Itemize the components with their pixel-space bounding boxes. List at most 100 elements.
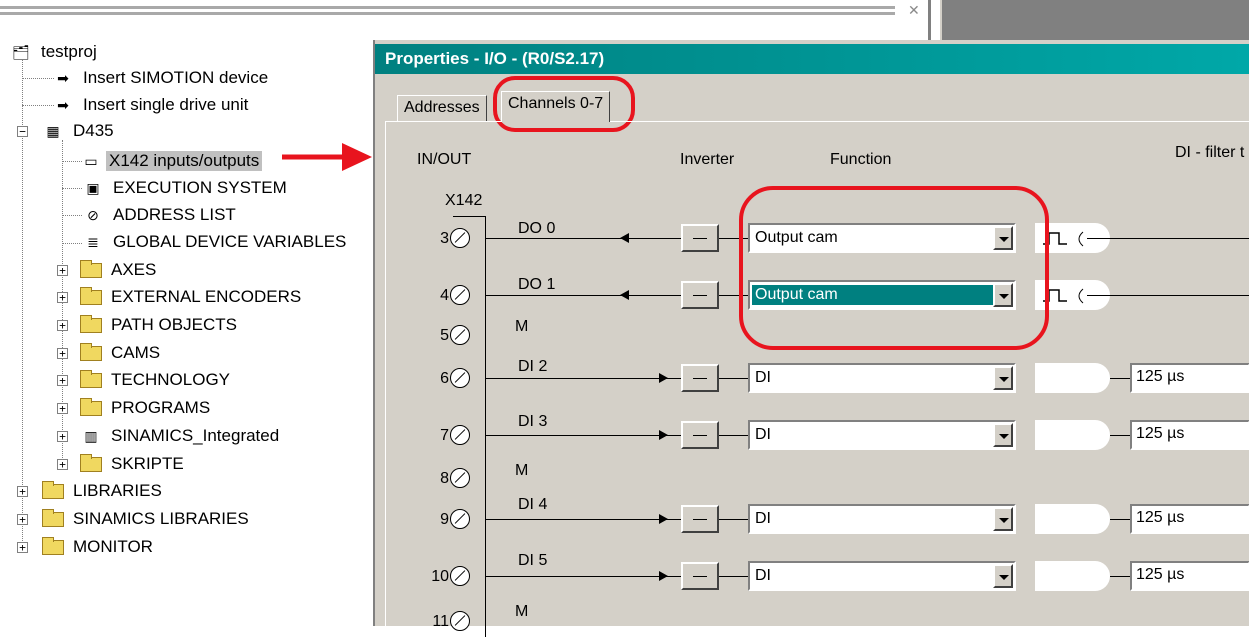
tree-item-label: PROGRAMS — [111, 398, 211, 417]
folder-icon — [42, 536, 64, 555]
pin-number: 6 — [440, 370, 449, 387]
tree-item-insert-simotion[interactable]: ➡ Insert SIMOTION device — [52, 65, 271, 91]
filter-time-field[interactable]: 125 µs — [1130, 504, 1249, 534]
column-header-inverter: Inverter — [680, 151, 735, 168]
dropdown-arrow-icon[interactable] — [993, 366, 1013, 390]
splitter-bar[interactable] — [928, 0, 931, 40]
inverter-button[interactable] — [681, 562, 719, 590]
tab-channels[interactable]: Channels 0-7 — [501, 91, 611, 122]
pulse-icon — [1043, 288, 1084, 304]
inverter-button[interactable] — [681, 364, 719, 392]
terminal — [450, 368, 470, 388]
insert-drive-icon: ➡ — [57, 97, 69, 113]
tree-item-path-objects[interactable]: PATH OBJECTS — [80, 312, 240, 338]
filter-time-field[interactable]: 125 µs — [1130, 420, 1249, 450]
tree-item-label: D435 — [73, 121, 114, 140]
dropdown-arrow-icon[interactable] — [993, 423, 1013, 447]
folder-icon — [42, 480, 64, 499]
folder-icon — [80, 397, 102, 416]
expand-icon[interactable]: + — [17, 514, 28, 525]
tree-item-technology[interactable]: TECHNOLOGY — [80, 367, 233, 393]
channel-label: DO 1 — [518, 276, 556, 293]
tree-item-execution-system[interactable]: ▣ EXECUTION SYSTEM — [82, 175, 290, 201]
close-icon[interactable]: ✕ — [908, 2, 920, 19]
tree-item-programs[interactable]: PROGRAMS — [80, 395, 213, 421]
filter-time-field[interactable]: 125 µs — [1130, 561, 1249, 591]
ground-label: M — [515, 603, 529, 620]
expand-icon[interactable]: + — [57, 320, 68, 331]
insert-device-icon: ➡ — [57, 70, 69, 86]
tree-item-skripte[interactable]: SKRIPTE — [80, 451, 187, 477]
tree-item-label: ADDRESS LIST — [113, 205, 236, 224]
function-select[interactable]: DI — [748, 561, 1016, 591]
pin-number: 4 — [440, 287, 449, 304]
pin-number: 9 — [440, 511, 449, 528]
tree-item-sinamics-libraries[interactable]: SINAMICS LIBRARIES — [42, 506, 252, 532]
terminal — [450, 611, 470, 631]
input-arrow-icon — [659, 571, 668, 581]
ground-label: M — [515, 318, 529, 335]
expand-icon[interactable]: + — [57, 375, 68, 386]
expand-icon[interactable]: + — [57, 403, 68, 414]
function-select[interactable]: DI — [748, 504, 1016, 534]
tree-item-label: SINAMICS LIBRARIES — [73, 509, 249, 528]
input-arrow-icon — [659, 373, 668, 383]
function-select[interactable]: DI — [748, 420, 1016, 450]
tree-item-label: GLOBAL DEVICE VARIABLES — [113, 232, 347, 251]
inverter-button[interactable] — [681, 421, 719, 449]
folder-icon — [80, 369, 102, 388]
tree-item-address-list[interactable]: ⊘ ADDRESS LIST — [82, 202, 239, 228]
channel-label: DI 2 — [518, 358, 548, 375]
tree-item-axes[interactable]: AXES — [80, 257, 159, 283]
terminal — [450, 228, 470, 248]
tree-item-global-vars[interactable]: ≣ GLOBAL DEVICE VARIABLES — [82, 229, 349, 255]
function-value: DI — [755, 426, 771, 443]
dropdown-arrow-icon[interactable] — [993, 507, 1013, 531]
expand-icon[interactable]: + — [57, 431, 68, 442]
channel-label: DO 0 — [518, 220, 556, 237]
column-header-inout: IN/OUT — [417, 151, 472, 168]
terminal — [450, 325, 470, 345]
inverter-button[interactable] — [681, 505, 719, 533]
tree-item-label: AXES — [111, 260, 157, 279]
inverter-button[interactable] — [681, 281, 719, 309]
tree-item-x142[interactable]: ▭ X142 inputs/outputs — [82, 148, 263, 174]
signal-display — [1035, 420, 1110, 450]
tab-addresses[interactable]: Addresses — [397, 95, 487, 122]
filter-time-field[interactable]: 125 µs — [1130, 363, 1249, 393]
inverter-button[interactable] — [681, 224, 719, 252]
function-value: DI — [755, 510, 771, 527]
expand-icon[interactable]: + — [57, 292, 68, 303]
expand-icon[interactable]: + — [17, 542, 28, 553]
tree-item-label: EXTERNAL ENCODERS — [111, 287, 302, 306]
terminal — [450, 509, 470, 529]
tree-item-sinamics-integrated[interactable]: ▥ SINAMICS_Integrated — [80, 423, 282, 449]
pin-number: 11 — [432, 613, 449, 630]
dropdown-arrow-icon[interactable] — [993, 564, 1013, 588]
terminal — [450, 285, 470, 305]
annotation-circle — [739, 186, 1049, 350]
tree-item-cams[interactable]: CAMS — [80, 340, 163, 366]
tree-item-label: PATH OBJECTS — [111, 315, 237, 334]
right-pane-header — [940, 0, 1249, 40]
expand-icon[interactable]: + — [57, 459, 68, 470]
expand-icon[interactable]: + — [57, 265, 68, 276]
top-toolbar-strip: ✕ — [0, 0, 1249, 40]
tree-item-label: MONITOR — [73, 537, 153, 556]
tree-item-external-encoders[interactable]: EXTERNAL ENCODERS — [80, 284, 304, 310]
function-select[interactable]: DI — [748, 363, 1016, 393]
expand-icon[interactable]: + — [57, 348, 68, 359]
tree-item-root[interactable]: 🗂 testproj — [10, 39, 100, 65]
collapse-icon[interactable]: − — [17, 126, 28, 137]
tree-item-d435[interactable]: ▦ D435 — [42, 118, 117, 144]
tree-item-monitor[interactable]: MONITOR — [42, 534, 156, 560]
tree-item-insert-drive[interactable]: ➡ Insert single drive unit — [52, 92, 251, 118]
output-arrow-icon — [620, 290, 629, 300]
terminal — [450, 468, 470, 488]
tree-item-libraries[interactable]: LIBRARIES — [42, 478, 165, 504]
drive-icon: ▥ — [84, 428, 98, 444]
connector-label: X142 — [445, 192, 483, 209]
pulse-icon — [1043, 231, 1084, 247]
address-list-icon: ⊘ — [87, 207, 99, 223]
expand-icon[interactable]: + — [17, 486, 28, 497]
